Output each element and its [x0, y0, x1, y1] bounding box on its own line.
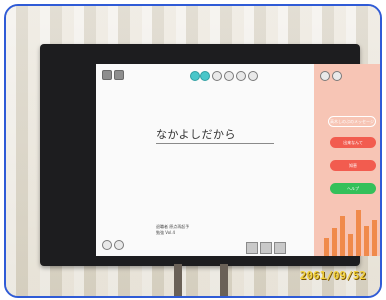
tv-screen: なかよしだから 退職者 原点再起予 勉強 Vol.4 高木しのぶのメッセージ 出… — [96, 64, 380, 256]
red-pill-button-1[interactable]: 出来なんて — [330, 137, 376, 148]
red-pill-button-2[interactable]: 知恵 — [330, 160, 376, 171]
bar-graphic — [322, 204, 380, 256]
tv-stand — [174, 264, 228, 296]
text-icon[interactable] — [236, 71, 246, 81]
grid-icon[interactable] — [114, 70, 124, 80]
bar — [372, 220, 377, 256]
pen-icon[interactable] — [190, 71, 200, 81]
slide-title: なかよしだから — [156, 128, 236, 141]
close-icon[interactable] — [332, 71, 342, 81]
marker-icon[interactable] — [200, 71, 210, 81]
thumbnail[interactable] — [246, 242, 258, 254]
eraser-icon[interactable] — [212, 71, 222, 81]
menu-icon[interactable] — [102, 70, 112, 80]
bar — [356, 210, 361, 256]
photo-timestamp: 2061/09/52 — [299, 269, 366, 282]
television: なかよしだから 退職者 原点再起予 勉強 Vol.4 高木しのぶのメッセージ 出… — [40, 44, 380, 266]
bar — [348, 234, 353, 256]
title-underline — [156, 143, 274, 144]
meta-line-2: 勉強 Vol.4 — [156, 230, 176, 235]
undo-icon[interactable] — [248, 71, 258, 81]
thumbnail[interactable] — [260, 242, 272, 254]
bar — [324, 238, 329, 256]
settings-icon[interactable] — [102, 240, 112, 250]
bar — [332, 228, 337, 256]
thumbnail[interactable] — [274, 242, 286, 254]
bar — [364, 226, 369, 256]
bar — [340, 216, 345, 256]
panel-title-pill: 高木しのぶのメッセージ — [328, 116, 376, 127]
photo-frame: なかよしだから 退職者 原点再起予 勉強 Vol.4 高木しのぶのメッセージ 出… — [4, 4, 382, 298]
green-pill-button[interactable]: ヘルプ — [330, 183, 376, 194]
shape-icon[interactable] — [224, 71, 234, 81]
refresh-icon[interactable] — [114, 240, 124, 250]
settings-icon[interactable] — [320, 71, 330, 81]
